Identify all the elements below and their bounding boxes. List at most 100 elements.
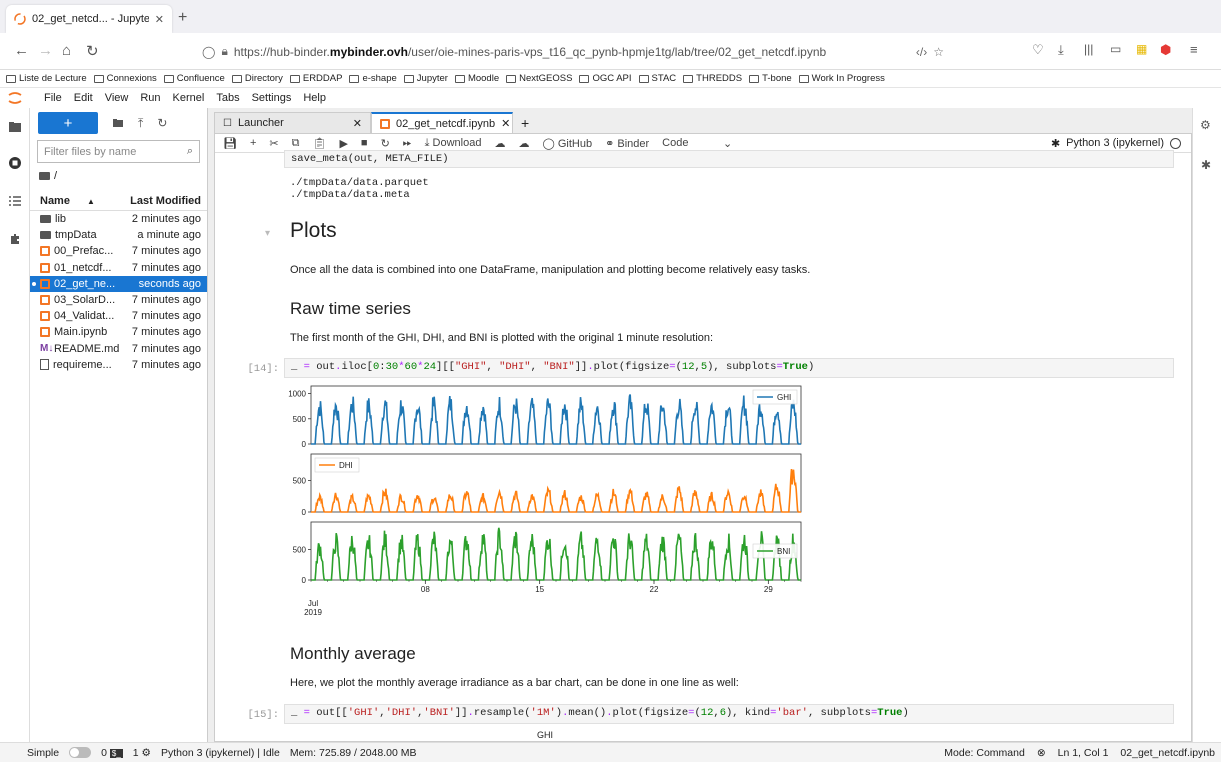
- file-row[interactable]: Main.ipynb 7 minutes ago: [30, 324, 207, 340]
- bookmarks-bar: Liste de Lecture Connexions Confluence Dire…: [0, 70, 1221, 88]
- new-tab-button[interactable]: +: [513, 112, 538, 133]
- simple-mode-toggle[interactable]: [69, 747, 92, 758]
- running-kernels-icon[interactable]: [8, 156, 22, 170]
- bookmark-item[interactable]: Liste de Lecture: [6, 73, 87, 84]
- file-row[interactable]: M↓ README.md 7 minutes ago: [30, 341, 207, 357]
- bookmark-item[interactable]: STAC: [638, 73, 676, 84]
- kernel-indicator[interactable]: ✱ Python 3 (ipykernel): [1051, 137, 1181, 150]
- file-row[interactable]: requireme... 7 minutes ago: [30, 357, 207, 373]
- code-icon[interactable]: ‹/›: [916, 45, 927, 59]
- bookmark-item[interactable]: THREDDS: [683, 73, 742, 84]
- pocket-icon[interactable]: ♡: [1032, 42, 1044, 58]
- cloud-upload-icon[interactable]: ☁: [494, 137, 505, 150]
- kernel-name: Python 3 (ipykernel): [1066, 137, 1164, 149]
- collapse-heading-icon[interactable]: ▾: [265, 228, 270, 239]
- file-modified: seconds ago: [138, 277, 201, 290]
- github-button[interactable]: ◯ GitHub: [542, 137, 592, 150]
- menu-run[interactable]: Run: [134, 92, 166, 104]
- cell-type-select[interactable]: Code ⌄: [662, 137, 732, 150]
- close-tab-icon[interactable]: ✕: [501, 117, 510, 130]
- new-tab-button[interactable]: +: [178, 9, 187, 27]
- bookmark-item[interactable]: Work In Progress: [798, 73, 885, 84]
- menu-tabs[interactable]: Tabs: [210, 92, 245, 104]
- file-row[interactable]: 01_netcdf... 7 minutes ago: [30, 260, 207, 276]
- binder-button[interactable]: ⚭ Binder: [605, 137, 649, 150]
- filter-files-input[interactable]: Filter files by name ⌕: [37, 140, 200, 163]
- cursor-position[interactable]: Ln 1, Col 1: [1058, 747, 1109, 759]
- restart-icon[interactable]: ↻: [381, 137, 390, 150]
- terminal-count[interactable]: 0 $_: [101, 747, 123, 759]
- download-icon[interactable]: ⤓: [1058, 42, 1064, 58]
- file-row[interactable]: tmpData a minute ago: [30, 227, 207, 243]
- tab-notebook[interactable]: 02_get_netcdf.ipynb ✕: [371, 112, 513, 133]
- menu-settings[interactable]: Settings: [246, 92, 298, 104]
- bookmark-item[interactable]: e-shape: [349, 73, 397, 84]
- code-cell-14[interactable]: _ = out.iloc[0:30*60*24][["GHI", "DHI", …: [284, 358, 1174, 378]
- ublock-icon[interactable]: ⬢: [1160, 42, 1171, 58]
- file-row[interactable]: 03_SolarD... 7 minutes ago: [30, 292, 207, 308]
- chevron-down-icon: ⌄: [722, 137, 733, 150]
- file-modified: a minute ago: [137, 229, 201, 242]
- property-inspector-icon[interactable]: ⚙: [1200, 118, 1211, 132]
- breadcrumb[interactable]: /: [30, 165, 207, 187]
- home-icon[interactable]: ⌂: [62, 42, 71, 59]
- bookmark-item[interactable]: OGC API: [579, 73, 632, 84]
- bookmark-item[interactable]: Confluence: [163, 73, 225, 84]
- forward-icon[interactable]: →: [38, 42, 53, 59]
- name-column-header[interactable]: Name ▲: [40, 195, 130, 207]
- insert-cell-icon[interactable]: +: [250, 137, 256, 149]
- save-icon[interactable]: 💾︎: [223, 137, 237, 150]
- file-row[interactable]: lib 2 minutes ago: [30, 211, 207, 227]
- library-icon[interactable]: |||: [1084, 42, 1093, 56]
- bookmark-item[interactable]: Directory: [231, 73, 283, 84]
- refresh-icon[interactable]: ↻: [157, 116, 167, 130]
- close-tab-icon[interactable]: ✕: [353, 117, 362, 130]
- modified-column-header[interactable]: Last Modified: [130, 195, 201, 207]
- cloud-download-icon[interactable]: ☁: [518, 137, 529, 150]
- menu-help[interactable]: Help: [297, 92, 332, 104]
- bookmark-item[interactable]: Jupyter: [403, 73, 448, 84]
- upload-icon[interactable]: ⤒: [138, 116, 143, 131]
- bookmark-item[interactable]: Moodle: [454, 73, 499, 84]
- file-row[interactable]: 04_Validat... 7 minutes ago: [30, 308, 207, 324]
- back-icon[interactable]: ←: [14, 42, 29, 59]
- menu-edit[interactable]: Edit: [68, 92, 99, 104]
- close-tab-icon[interactable]: ✕: [155, 13, 164, 26]
- kernel-count[interactable]: 1 ⚙: [133, 747, 151, 759]
- star-icon[interactable]: ☆: [933, 45, 944, 59]
- stop-icon[interactable]: ■: [361, 137, 368, 149]
- download-button[interactable]: ⤓ Download: [425, 137, 482, 150]
- table-of-contents-icon[interactable]: [8, 194, 22, 208]
- folder-icon[interactable]: [8, 120, 22, 134]
- sidebar-icon[interactable]: ▭: [1110, 42, 1121, 56]
- file-row[interactable]: 00_Prefac... 7 minutes ago: [30, 243, 207, 259]
- bookmark-item[interactable]: Connexions: [93, 73, 157, 84]
- bookmark-item[interactable]: T-bone: [749, 73, 792, 84]
- tab-launcher[interactable]: ☐ Launcher ✕: [214, 112, 371, 133]
- new-launcher-button[interactable]: +: [38, 112, 98, 134]
- paste-icon[interactable]: 📋︎: [312, 137, 326, 150]
- url-bar[interactable]: ◯ 🔒︎ https://hub-binder.mybinder.ovh/use…: [196, 38, 950, 65]
- code-cell-15[interactable]: _ = out[['GHI','DHI','BNI']].resample('1…: [284, 704, 1174, 724]
- notification-icon[interactable]: ⊗: [1037, 747, 1046, 759]
- bookmark-item[interactable]: ERDDAP: [289, 73, 342, 84]
- file-row[interactable]: 02_get_ne... seconds ago: [30, 275, 207, 292]
- extension-icon[interactable]: ▦: [1136, 42, 1147, 56]
- menu-icon[interactable]: ≡: [1190, 42, 1198, 57]
- bookmark-item[interactable]: NextGEOSS: [506, 73, 572, 84]
- menu-view[interactable]: View: [99, 92, 135, 104]
- new-folder-icon[interactable]: [112, 117, 124, 129]
- file-list: lib 2 minutes ago tmpData a minute ago 00_Pr…: [30, 211, 207, 373]
- code-cell[interactable]: save_meta(out, META_FILE): [284, 150, 1174, 168]
- restart-run-all-icon[interactable]: ⏩︎: [403, 137, 412, 150]
- menu-file[interactable]: File: [38, 92, 68, 104]
- run-icon[interactable]: ▶: [339, 137, 347, 150]
- browser-tab[interactable]: 02_get_netcd... - JupyterLab ✕: [6, 5, 172, 33]
- cut-icon[interactable]: ✂: [269, 137, 278, 150]
- debugger-icon[interactable]: ✱: [1201, 158, 1211, 172]
- kernel-status[interactable]: Python 3 (ipykernel) | Idle: [161, 747, 280, 759]
- extension-manager-icon[interactable]: [8, 232, 22, 246]
- reload-icon[interactable]: ↻: [86, 42, 99, 60]
- menu-kernel[interactable]: Kernel: [167, 92, 211, 104]
- copy-icon[interactable]: ⧉: [292, 137, 300, 150]
